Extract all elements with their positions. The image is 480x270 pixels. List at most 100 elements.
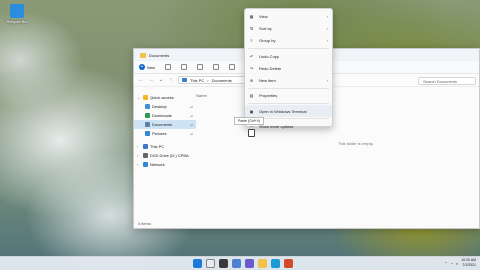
star-icon xyxy=(143,95,148,100)
nav-dvd-drive[interactable]: › DVD Drive (D:) CPBA xyxy=(134,151,196,160)
file-list-area[interactable]: Name This folder is empty. xyxy=(196,89,479,218)
clock[interactable]: 10:20 AM 7/1/2021 xyxy=(461,258,476,268)
volume-icon[interactable]: ◖ xyxy=(456,261,458,266)
nav-quick-access[interactable]: ⌄ Quick access xyxy=(134,93,196,102)
chevron-right-icon[interactable]: › xyxy=(137,162,141,167)
pin-icon: ⊿ xyxy=(189,131,193,136)
nav-this-pc-label: This PC xyxy=(150,144,165,149)
widgets-icon[interactable] xyxy=(232,259,241,268)
rename-icon[interactable] xyxy=(213,64,220,70)
nav-network-label: Network xyxy=(150,162,165,167)
network-icon xyxy=(143,162,148,167)
start-icon[interactable] xyxy=(193,259,202,268)
undo-icon: ↶ xyxy=(249,53,254,59)
nav-desktop-label: Desktop xyxy=(152,104,167,109)
menu-item-undo-label: Undo Copy xyxy=(259,53,280,59)
store-icon[interactable] xyxy=(284,259,293,268)
chat-icon[interactable] xyxy=(245,259,254,268)
recycle-bin-icon xyxy=(10,4,24,18)
menu-item-sort-by[interactable]: ⇅ Sort by › xyxy=(245,22,332,34)
share-icon[interactable] xyxy=(229,64,236,70)
search-icon[interactable] xyxy=(206,259,215,268)
wifi-icon[interactable]: ◔ xyxy=(450,261,452,266)
new-button-label: New xyxy=(147,64,156,70)
desktop-folder-icon xyxy=(145,104,150,109)
nav-this-pc[interactable]: › This PC xyxy=(134,142,196,151)
documents-folder-icon xyxy=(145,122,150,127)
nav-downloads[interactable]: Downloads ⊿ xyxy=(134,111,196,120)
menu-item-properties[interactable]: ▤ Properties xyxy=(245,90,332,102)
menu-item-terminal-label: Open in Windows Terminal xyxy=(259,108,307,114)
pin-icon: ⊿ xyxy=(189,104,193,109)
new-icon: ⊕ xyxy=(249,78,254,84)
column-header-name[interactable]: Name xyxy=(196,93,207,98)
chevron-right-icon: › xyxy=(326,78,328,84)
nav-quick-access-label: Quick access xyxy=(150,95,174,100)
nav-desktop[interactable]: Desktop ⊿ xyxy=(134,102,196,111)
up-icon[interactable]: ↑ xyxy=(168,77,174,83)
forward-icon[interactable]: → xyxy=(148,77,154,83)
search-input[interactable]: Search Documents xyxy=(418,77,476,85)
menu-separator xyxy=(248,87,329,89)
nav-network[interactable]: › Network xyxy=(134,160,196,169)
menu-separator xyxy=(248,47,329,49)
downloads-folder-icon xyxy=(145,113,150,118)
paste-icon[interactable] xyxy=(197,64,204,70)
nav-documents[interactable]: Documents ⊿ xyxy=(134,120,196,129)
chevron-up-icon[interactable]: ⌃ xyxy=(444,261,447,266)
plus-icon: + xyxy=(139,64,145,70)
chevron-right-icon[interactable]: › xyxy=(137,144,141,149)
breadcrumb-separator: › xyxy=(207,77,209,83)
paste-tooltip: Paste (Ctrl+V) xyxy=(234,117,265,125)
terminal-icon: ▣ xyxy=(249,108,254,114)
window-title: Documents xyxy=(149,52,170,58)
empty-folder-message: This folder is empty. xyxy=(338,141,374,146)
properties-icon: ▤ xyxy=(249,93,254,99)
this-pc-icon xyxy=(143,144,148,149)
nav-pictures[interactable]: Pictures ⊿ xyxy=(134,129,196,138)
menu-item-redo-label: Redo Delete xyxy=(259,65,282,71)
edge-icon[interactable] xyxy=(271,259,280,268)
menu-item-more-options-label: Show more options xyxy=(259,124,294,130)
back-icon[interactable]: ← xyxy=(138,77,144,83)
file-explorer-icon[interactable] xyxy=(258,259,267,268)
paste-cursor-icon xyxy=(248,129,255,137)
recycle-bin-shortcut[interactable]: Recycle Bin xyxy=(4,4,30,24)
menu-item-view[interactable]: ▦ View › xyxy=(245,10,332,22)
chevron-right-icon[interactable]: › xyxy=(137,153,141,158)
menu-item-open-terminal[interactable]: ▣ Open in Windows Terminal xyxy=(245,105,332,118)
recycle-bin-label: Recycle Bin xyxy=(6,19,28,24)
taskbar: ⌃ ◔ ◖ 10:20 AM 7/1/2021 xyxy=(0,256,480,270)
dvd-drive-icon xyxy=(143,153,148,158)
menu-item-undo-copy[interactable]: ↶ Undo Copy xyxy=(245,50,332,62)
pin-icon: ⊿ xyxy=(189,122,193,127)
chevron-right-icon: › xyxy=(326,13,328,19)
nav-pictures-label: Pictures xyxy=(152,131,167,136)
breadcrumb-documents[interactable]: Documents xyxy=(212,78,232,83)
sort-icon: ⇅ xyxy=(249,25,254,31)
folder-icon xyxy=(140,52,146,58)
task-view-icon[interactable] xyxy=(219,259,228,268)
chevron-down-icon[interactable]: ⌄ xyxy=(137,95,141,100)
menu-item-properties-label: Properties xyxy=(259,93,278,99)
menu-item-group-by[interactable]: ≡ Group by › xyxy=(245,35,332,47)
this-pc-icon xyxy=(182,78,187,82)
nav-documents-label: Documents xyxy=(152,122,173,127)
status-bar: 0 items xyxy=(138,221,151,226)
clock-date: 7/1/2021 xyxy=(462,263,476,267)
menu-item-redo-delete[interactable]: ↷ Redo Delete xyxy=(245,62,332,74)
chevron-right-icon: › xyxy=(326,38,328,44)
cut-icon[interactable] xyxy=(165,64,172,70)
menu-item-group-label: Group by xyxy=(259,38,276,44)
breadcrumb-this-pc[interactable]: This PC xyxy=(190,78,204,83)
context-menu: ▦ View › ⇅ Sort by › ≡ Group by › ↶ Undo… xyxy=(244,8,333,130)
menu-item-sort-label: Sort by xyxy=(259,25,272,31)
new-button[interactable]: + New xyxy=(139,64,155,70)
menu-item-new[interactable]: ⊕ New item › xyxy=(245,74,332,86)
menu-item-view-label: View xyxy=(259,13,268,19)
chevron-down-icon[interactable]: ⌄ xyxy=(158,77,164,83)
navigation-pane: ⌄ Quick access Desktop ⊿ Downloads ⊿ Doc… xyxy=(134,89,196,218)
view-icon: ▦ xyxy=(249,13,254,19)
copy-icon[interactable] xyxy=(181,64,188,70)
pictures-folder-icon xyxy=(145,131,150,136)
